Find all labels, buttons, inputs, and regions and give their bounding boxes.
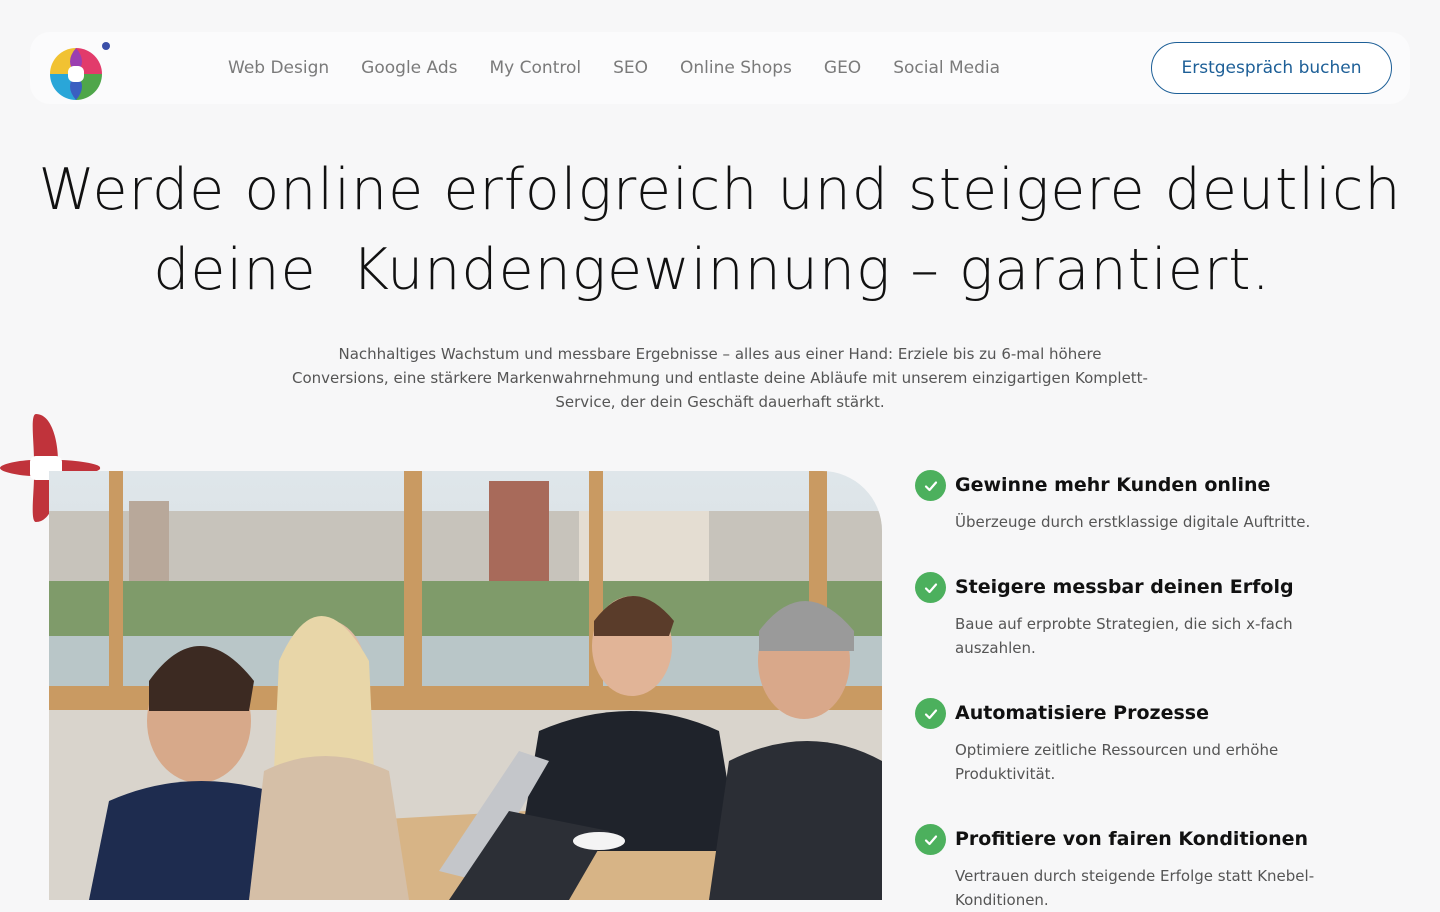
feature-title: Profitiere von fairen Konditionen: [955, 828, 1309, 850]
feature-item: Automatisiere Prozesse Optimiere zeitlic…: [915, 698, 1395, 824]
hero-title-highlight: Kundengewinnung – garantiert.: [336, 230, 1287, 310]
main-menu: Web Design Google Ads My Control SEO Onl…: [228, 56, 1032, 80]
nav-link-web-design[interactable]: Web Design: [228, 56, 329, 80]
meeting-illustration: [49, 471, 882, 900]
hero-subtitle: Nachhaltiges Wachstum und messbare Ergeb…: [292, 345, 1148, 411]
feature-text: Baue auf erprobte Strategien, die sich x…: [955, 615, 1293, 657]
top-navbar: Web Design Google Ads My Control SEO Onl…: [30, 32, 1410, 104]
nav-link-geo[interactable]: GEO: [824, 56, 861, 80]
hero-highlight-text: Kundengewinnung – garantiert.: [351, 237, 1271, 303]
check-icon: [915, 824, 946, 855]
feature-text: Überzeuge durch erstklassige digitale Au…: [955, 513, 1311, 531]
hero-title-line1: Werde online erfolgreich und steigere de…: [38, 157, 1402, 223]
team-meeting-photo: [49, 471, 882, 900]
feature-list: Gewinne mehr Kunden online Überzeuge dur…: [915, 470, 1395, 912]
check-icon: [915, 698, 946, 729]
nav-link-google-ads[interactable]: Google Ads: [361, 56, 457, 80]
hero-title: Werde online erfolgreich und steigere de…: [0, 150, 1440, 310]
feature-title: Steigere messbar deinen Erfolg: [955, 576, 1294, 598]
check-icon: [915, 470, 946, 501]
feature-title: Automatisiere Prozesse: [955, 702, 1209, 724]
nav-link-social-media[interactable]: Social Media: [893, 56, 1000, 80]
book-consultation-button[interactable]: Erstgespräch buchen: [1151, 42, 1392, 94]
feature-item: Gewinne mehr Kunden online Überzeuge dur…: [915, 470, 1395, 572]
logo-icon[interactable]: [50, 40, 114, 100]
nav-link-online-shops[interactable]: Online Shops: [680, 56, 792, 80]
feature-item: Profitiere von fairen Konditionen Vertra…: [915, 824, 1395, 912]
hero-title-prefix: deine: [153, 237, 317, 303]
feature-title: Gewinne mehr Kunden online: [955, 474, 1271, 496]
check-icon: [915, 572, 946, 603]
nav-link-my-control[interactable]: My Control: [490, 56, 582, 80]
nav-link-seo[interactable]: SEO: [613, 56, 648, 80]
feature-text: Vertrauen durch steigende Erfolge statt …: [955, 867, 1315, 909]
feature-item: Steigere messbar deinen Erfolg Baue auf …: [915, 572, 1395, 698]
feature-text: Optimiere zeitliche Ressourcen und erhöh…: [955, 741, 1279, 783]
